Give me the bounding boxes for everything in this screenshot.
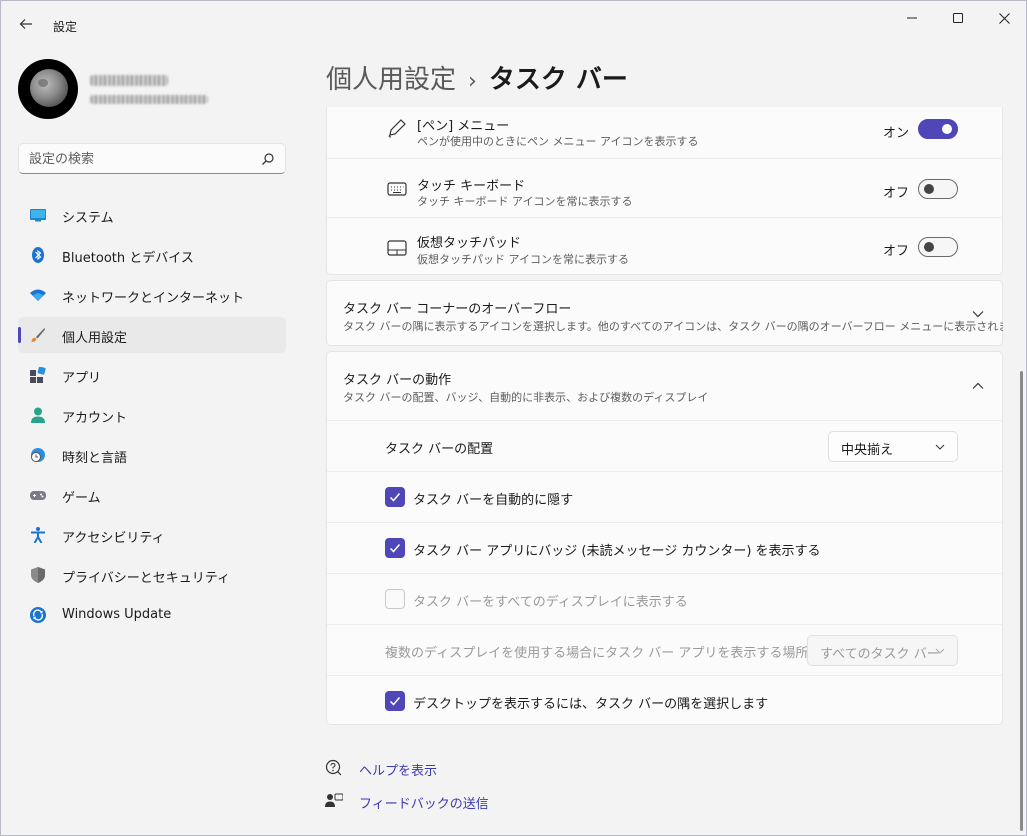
sidebar-nav: システム Bluetooth とデバイス ネットワークとインターネット 個人用設…	[18, 197, 286, 637]
virtual-touchpad-toggle[interactable]	[918, 237, 958, 257]
setting-row-virtual-touchpad: 仮想タッチパッド 仮想タッチパッド アイコンを常に表示する オフ	[327, 217, 1002, 276]
back-arrow-icon	[19, 19, 32, 29]
update-icon	[30, 607, 46, 623]
chevron-up-icon[interactable]	[971, 379, 985, 393]
search-input[interactable]	[29, 149, 249, 169]
checkmark-icon	[389, 493, 401, 502]
sidebar-item-bluetooth[interactable]: Bluetooth とデバイス	[18, 237, 286, 273]
minimize-icon	[907, 17, 917, 19]
apps-icon	[30, 367, 46, 383]
gamepad-icon	[30, 491, 46, 500]
get-help-link[interactable]: ヘルプを表示	[325, 759, 437, 779]
setting-row-touch-keyboard: タッチ キーボード タッチ キーボード アイコンを常に表示する オフ	[327, 158, 1002, 217]
setting-row-pen-menu: [ペン] メニュー ペンが使用中のときにペン メニュー アイコンを表示する オン	[327, 107, 1002, 158]
multi-display-row: 複数のディスプレイを使用する場合にタスク バー アプリを表示する場所 すべてのタ…	[327, 624, 1002, 675]
give-feedback-link[interactable]: フィードバックの送信	[325, 792, 489, 812]
search-icon[interactable]	[261, 152, 275, 166]
sidebar-item-accessibility[interactable]: アクセシビリティ	[18, 517, 286, 553]
auto-hide-row: タスク バーを自動的に隠す	[327, 471, 1002, 522]
time-language-icon	[31, 448, 45, 462]
feedback-icon	[325, 793, 343, 807]
breadcrumb-separator: ›	[468, 69, 477, 94]
close-button[interactable]	[981, 3, 1026, 33]
breadcrumb-parent[interactable]: 個人用設定	[326, 65, 456, 95]
touch-keyboard-toggle[interactable]	[918, 179, 958, 199]
chevron-down-icon[interactable]	[971, 307, 985, 321]
sidebar-item-system[interactable]: システム	[18, 197, 286, 233]
minimize-button[interactable]	[889, 3, 935, 33]
taskbar-behaviors-header[interactable]: タスク バーの動作 タスク バーの配置、バッジ、自動的に非表示、および複数のディ…	[327, 352, 1002, 420]
all-displays-checkbox[interactable]	[385, 589, 405, 609]
taskbar-alignment-row: タスク バーの配置 中央揃え	[327, 420, 1002, 471]
sidebar-item-time-language[interactable]: 時刻と言語	[18, 437, 286, 473]
blurred-user-email	[90, 95, 208, 104]
pen-icon	[388, 119, 406, 138]
bluetooth-icon	[32, 247, 44, 263]
sidebar-item-personalization[interactable]: 個人用設定	[18, 317, 286, 353]
checkmark-icon	[389, 544, 401, 553]
app-title: 設定	[53, 20, 78, 34]
chevron-down-icon	[935, 444, 945, 450]
pen-menu-toggle[interactable]	[918, 119, 958, 139]
settings-search[interactable]	[18, 143, 286, 174]
title-bar: 設定	[1, 1, 1026, 49]
account-icon	[31, 407, 45, 423]
maximize-icon	[953, 13, 963, 23]
sidebar-item-accounts[interactable]: アカウント	[18, 397, 286, 433]
sidebar-item-apps[interactable]: アプリ	[18, 357, 286, 393]
brush-icon	[31, 328, 45, 342]
badges-checkbox[interactable]	[385, 538, 405, 558]
shield-icon	[31, 567, 45, 583]
checkmark-icon	[389, 697, 401, 706]
sidebar-item-gaming[interactable]: ゲーム	[18, 477, 286, 513]
settings-window: 設定 システム Bluetooth とデバイス ネットワーク	[0, 0, 1027, 836]
taskbar-alignment-select[interactable]: 中央揃え	[828, 431, 958, 462]
far-corner-row: デスクトップを表示するには、タスク バーの隅を選択します	[327, 675, 1002, 725]
scrollbar[interactable]	[1020, 371, 1023, 831]
sidebar-item-windows-update[interactable]: Windows Update	[18, 597, 286, 633]
page-title: タスク バー	[488, 65, 628, 95]
wifi-icon	[30, 289, 46, 301]
touchpad-icon	[387, 240, 407, 256]
blurred-user-name	[90, 75, 168, 86]
taskbar-behaviors-expander: タスク バーの動作 タスク バーの配置、バッジ、自動的に非表示、および複数のディ…	[326, 351, 1003, 725]
breadcrumb: 個人用設定 › タスク バー	[326, 59, 628, 96]
avatar	[18, 59, 78, 119]
sidebar-item-network[interactable]: ネットワークとインターネット	[18, 277, 286, 313]
sidebar-item-privacy[interactable]: プライバシーとセキュリティ	[18, 557, 286, 593]
close-icon	[998, 12, 1010, 24]
accessibility-icon	[31, 527, 45, 543]
chevron-down-icon	[935, 648, 945, 654]
maximize-button[interactable]	[935, 3, 981, 33]
back-button[interactable]	[13, 11, 39, 37]
user-profile[interactable]	[18, 59, 208, 119]
taskbar-corner-overflow-expander[interactable]: タスク バー コーナーのオーバーフロー タスク バーの隅に表示するアイコンを選択…	[326, 280, 1003, 346]
taskbar-icons-card: [ペン] メニュー ペンが使用中のときにペン メニュー アイコンを表示する オン…	[326, 107, 1003, 275]
auto-hide-checkbox[interactable]	[385, 487, 405, 507]
all-displays-row: タスク バーをすべてのディスプレイに表示する	[327, 573, 1002, 624]
multi-display-select[interactable]: すべてのタスク バー	[807, 635, 958, 666]
badges-row: タスク バー アプリにバッジ (未読メッセージ カウンター) を表示する	[327, 522, 1002, 573]
help-icon	[325, 759, 342, 776]
keyboard-icon	[387, 182, 407, 196]
settings-content: [ペン] メニュー ペンが使用中のときにペン メニュー アイコンを表示する オン…	[326, 107, 1003, 747]
system-icon	[30, 209, 46, 222]
far-corner-checkbox[interactable]	[385, 691, 405, 711]
